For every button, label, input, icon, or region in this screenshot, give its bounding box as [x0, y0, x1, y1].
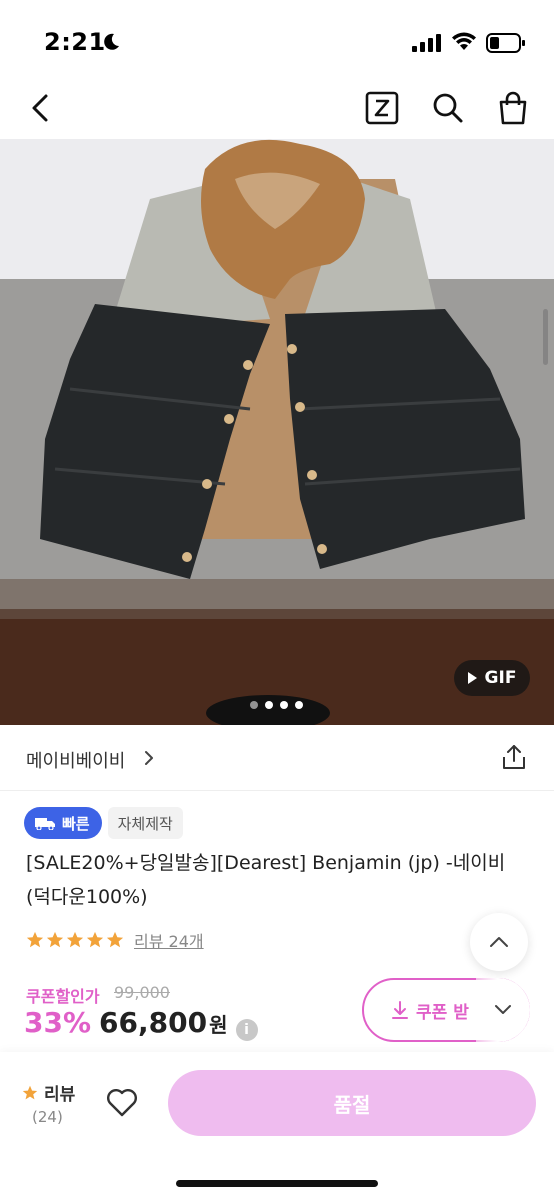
final-price: 66,800 — [99, 1006, 208, 1039]
wifi-icon — [452, 32, 476, 50]
info-icon[interactable]: i — [235, 1019, 258, 1041]
currency-label: 원 — [209, 1013, 228, 1037]
share-icon[interactable] — [500, 743, 528, 771]
heart-icon[interactable] — [106, 1088, 138, 1118]
shopping-bag-icon[interactable] — [495, 90, 531, 126]
star-icon — [26, 931, 44, 948]
discount-rate: 33% — [24, 1006, 92, 1039]
product-badges: 빠른 자체제작 — [24, 807, 183, 839]
star-icon — [86, 931, 104, 948]
fast-delivery-badge: 빠른 — [24, 807, 102, 839]
search-icon[interactable] — [430, 90, 466, 126]
gif-badge[interactable]: GIF — [454, 660, 530, 696]
product-title: [SALE20%+당일발송][Dearest] Benjamin (jp) -네… — [26, 852, 506, 908]
play-icon — [467, 672, 477, 684]
sold-out-button[interactable]: 품절 — [168, 1070, 536, 1136]
rating-row[interactable]: 리뷰 24개 — [26, 928, 204, 952]
page-dot-active — [265, 701, 273, 709]
back-arrow-icon[interactable] — [24, 90, 60, 126]
scroll-to-top-button[interactable] — [470, 913, 528, 971]
page-dot — [280, 701, 288, 709]
star-icon — [106, 931, 124, 948]
page-dot — [250, 701, 258, 709]
image-scroll-indicator — [543, 309, 548, 365]
gif-label: GIF — [484, 668, 517, 688]
fast-badge-label: 빠른 — [62, 814, 90, 833]
bottom-review-button[interactable]: 리뷰 — [22, 1080, 75, 1105]
image-pagination-dots — [250, 701, 303, 709]
home-indicator — [176, 1180, 378, 1187]
chevron-down-icon — [495, 1005, 511, 1014]
bottom-action-bar: 리뷰 (24) 품절 — [0, 1052, 554, 1200]
status-bar: 2:21 — [0, 0, 554, 80]
page-dot — [295, 701, 303, 709]
bottom-review-label: 리뷰 — [44, 1085, 76, 1105]
truck-icon — [35, 818, 55, 830]
product-image[interactable] — [0, 139, 554, 725]
chevron-right-icon — [145, 751, 153, 765]
bottom-review-count: (24) — [32, 1108, 63, 1126]
star-icon — [22, 1085, 38, 1099]
chevron-up-icon — [490, 937, 508, 947]
cellular-signal-icon — [412, 34, 441, 52]
moon-icon — [104, 33, 119, 50]
original-price: 99,000 — [114, 983, 170, 1002]
price-row: 33% 66,800 원 i — [24, 1006, 258, 1041]
coupon-button-label: 쿠폰 받 — [416, 1002, 469, 1023]
star-icon — [46, 931, 64, 948]
brand-name[interactable]: 메이비베이비 — [26, 747, 125, 773]
top-nav — [0, 80, 554, 138]
own-badge-label: 자체제작 — [117, 814, 173, 833]
rating-stars — [26, 931, 124, 949]
battery-icon — [486, 33, 525, 53]
download-icon — [392, 1001, 408, 1019]
brand-row[interactable]: 메이비베이비 — [0, 725, 554, 791]
star-icon — [66, 931, 84, 948]
coupon-expand-toggle[interactable] — [476, 978, 530, 1042]
status-time: 2:21 — [44, 28, 106, 56]
zigzag-z-icon[interactable] — [364, 90, 400, 126]
vest-photo — [0, 139, 554, 725]
own-made-badge: 자체제작 — [107, 807, 183, 839]
review-count-link[interactable]: 리뷰 24개 — [134, 928, 204, 952]
coupon-price-label: 쿠폰할인가 — [26, 987, 100, 1006]
